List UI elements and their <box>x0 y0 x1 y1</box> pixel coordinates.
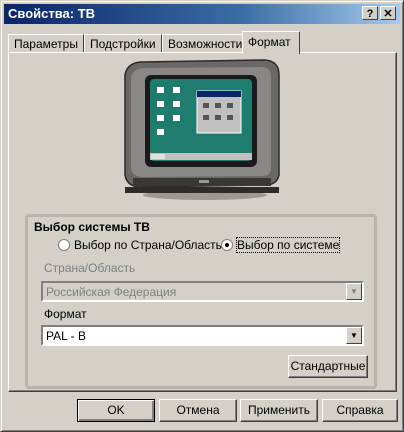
tab-capabilities[interactable]: Возможности <box>162 34 244 53</box>
tv-base <box>125 187 279 193</box>
country-value: Российская Федерация <box>46 285 177 299</box>
format-label: Формат <box>44 307 87 321</box>
tab-strip: Параметры Подстройки Возможности Формат <box>8 31 398 54</box>
close-button[interactable]: ✕ <box>380 6 396 20</box>
tv-illustration <box>124 59 280 200</box>
properties-dialog: Свойства: ТВ ? ✕ Параметры Подстройки Во… <box>0 0 404 432</box>
screen-taskbar <box>150 153 252 160</box>
apply-button[interactable]: Применить <box>240 399 318 422</box>
window-title: Свойства: ТВ <box>8 6 96 21</box>
format-value: PAL - B <box>46 329 87 343</box>
country-label: Страна/Область <box>44 261 136 275</box>
standard-button[interactable]: Стандартные <box>288 355 368 378</box>
format-dropdown-arrow-icon[interactable]: ▼ <box>346 327 362 344</box>
screen-start-button <box>151 154 165 159</box>
screen-window <box>196 90 242 134</box>
radio-by-country-label[interactable]: Выбор по Страна/Область <box>74 238 222 252</box>
tab-format[interactable]: Формат <box>242 31 300 54</box>
format-select[interactable]: PAL - B ▼ <box>41 325 364 346</box>
radio-selected-dot <box>225 243 229 247</box>
tv-logo-plate <box>199 180 209 183</box>
radio-by-country[interactable] <box>58 239 70 251</box>
group-title: Выбор системы ТВ <box>34 220 150 234</box>
tab-adjustments[interactable]: Подстройки <box>84 34 162 53</box>
radio-by-system-label[interactable]: Выбор по системе <box>235 237 341 253</box>
ok-button[interactable]: OK <box>77 399 155 422</box>
screen-window-titlebar <box>197 91 241 97</box>
country-select: Российская Федерация ▼ <box>41 281 364 302</box>
tab-parameters[interactable]: Параметры <box>8 34 84 53</box>
cancel-button[interactable]: Отмена <box>159 399 237 422</box>
help-button[interactable]: Справка <box>322 399 398 422</box>
help-title-button[interactable]: ? <box>362 6 378 20</box>
radio-by-system[interactable] <box>221 239 233 251</box>
title-bar[interactable]: Свойства: ТВ ? ✕ <box>4 4 400 24</box>
country-dropdown-arrow-icon: ▼ <box>346 283 362 300</box>
